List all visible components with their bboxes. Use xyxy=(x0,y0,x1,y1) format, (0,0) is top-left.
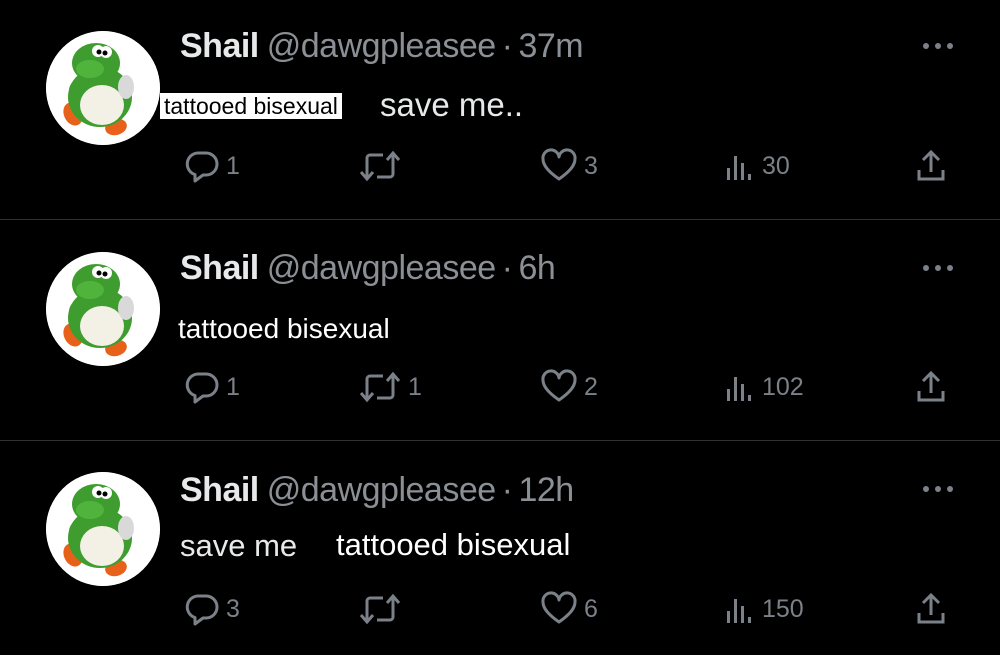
views-button[interactable]: 102 xyxy=(724,367,804,407)
more-horizontal-icon[interactable] xyxy=(920,36,956,56)
green-dinosaur-avatar-icon xyxy=(46,252,160,366)
tweet-text: save me xyxy=(180,528,298,563)
share-icon xyxy=(917,370,945,402)
avatar[interactable] xyxy=(46,252,160,366)
more-horizontal-icon[interactable] xyxy=(920,479,956,499)
view-count: 150 xyxy=(762,594,804,623)
share-icon xyxy=(917,149,945,181)
retweet-icon xyxy=(359,150,401,182)
display-name[interactable]: Shail xyxy=(180,249,259,287)
retweet-button[interactable] xyxy=(358,589,408,629)
separator-dot: · xyxy=(501,471,513,509)
display-name[interactable]: Shail xyxy=(180,471,259,509)
retweet-button[interactable]: 1 xyxy=(358,367,422,407)
like-button[interactable]: 3 xyxy=(540,146,598,186)
timestamp[interactable]: 6h xyxy=(518,249,555,287)
reply-button[interactable]: 1 xyxy=(184,146,240,186)
retweet-icon xyxy=(359,371,401,403)
display-name[interactable]: Shail xyxy=(180,27,259,65)
user-handle[interactable]: @dawgpleasee xyxy=(267,249,496,287)
heart-icon xyxy=(541,148,577,181)
avatar[interactable] xyxy=(46,472,160,586)
green-dinosaur-avatar-icon xyxy=(46,472,160,586)
separator-dot: · xyxy=(501,27,513,65)
tweet[interactable]: Shail @dawgpleasee · 12h save me tattooed b… xyxy=(0,441,1000,655)
avatar[interactable] xyxy=(46,31,160,145)
tweet-header: Shail @dawgpleasee · 12h xyxy=(180,470,574,510)
share-button[interactable] xyxy=(914,367,948,407)
user-handle[interactable]: @dawgpleasee xyxy=(267,471,496,509)
reply-count: 1 xyxy=(226,372,240,401)
overlay-caption: tattooed bisexual xyxy=(160,93,342,119)
reply-button[interactable]: 3 xyxy=(184,589,240,629)
views-button[interactable]: 30 xyxy=(724,146,790,186)
view-count: 102 xyxy=(762,372,804,401)
tweet-header: Shail @dawgpleasee · 37m xyxy=(180,26,584,66)
separator-dot: · xyxy=(501,249,513,287)
heart-icon xyxy=(541,369,577,402)
tweet[interactable]: Shail @dawgpleasee · 6h tattooed bisexual 1 xyxy=(0,220,1000,440)
share-icon xyxy=(917,592,945,624)
tweet-header: Shail @dawgpleasee · 6h xyxy=(180,248,556,288)
like-count: 2 xyxy=(584,372,598,401)
retweet-icon xyxy=(359,593,401,625)
analytics-icon xyxy=(727,156,751,180)
analytics-icon xyxy=(727,377,751,401)
timestamp[interactable]: 12h xyxy=(518,471,574,509)
reply-count: 3 xyxy=(226,594,240,623)
share-button[interactable] xyxy=(914,146,948,186)
overlay-caption: tattooed bisexual xyxy=(336,527,571,562)
retweet-count: 1 xyxy=(408,372,422,401)
like-count: 6 xyxy=(584,594,598,623)
tweet-actions: 3 6 150 xyxy=(0,589,1000,629)
reply-button[interactable]: 1 xyxy=(184,367,240,407)
like-count: 3 xyxy=(584,151,598,180)
heart-icon xyxy=(541,591,577,624)
tweet[interactable]: Shail @dawgpleasee · 37m tattooed bisexual … xyxy=(0,0,1000,219)
timeline-feed: Shail @dawgpleasee · 37m tattooed bisexual … xyxy=(0,0,1000,655)
more-horizontal-icon[interactable] xyxy=(920,258,956,278)
timestamp[interactable]: 37m xyxy=(518,27,583,65)
like-button[interactable]: 2 xyxy=(540,367,598,407)
reply-icon xyxy=(185,372,219,404)
user-handle[interactable]: @dawgpleasee xyxy=(267,27,496,65)
reply-icon xyxy=(185,594,219,626)
view-count: 30 xyxy=(762,151,790,180)
retweet-button[interactable] xyxy=(358,146,408,186)
overlay-caption: tattooed bisexual xyxy=(178,313,390,344)
tweet-actions: 1 3 30 xyxy=(0,146,1000,186)
like-button[interactable]: 6 xyxy=(540,589,598,629)
reply-icon xyxy=(185,151,219,183)
tweet-text: save me.. xyxy=(380,86,524,123)
views-button[interactable]: 150 xyxy=(724,589,804,629)
green-dinosaur-avatar-icon xyxy=(46,31,160,145)
share-button[interactable] xyxy=(914,589,948,629)
reply-count: 1 xyxy=(226,151,240,180)
analytics-icon xyxy=(727,599,751,623)
tweet-actions: 1 1 2 102 xyxy=(0,367,1000,407)
